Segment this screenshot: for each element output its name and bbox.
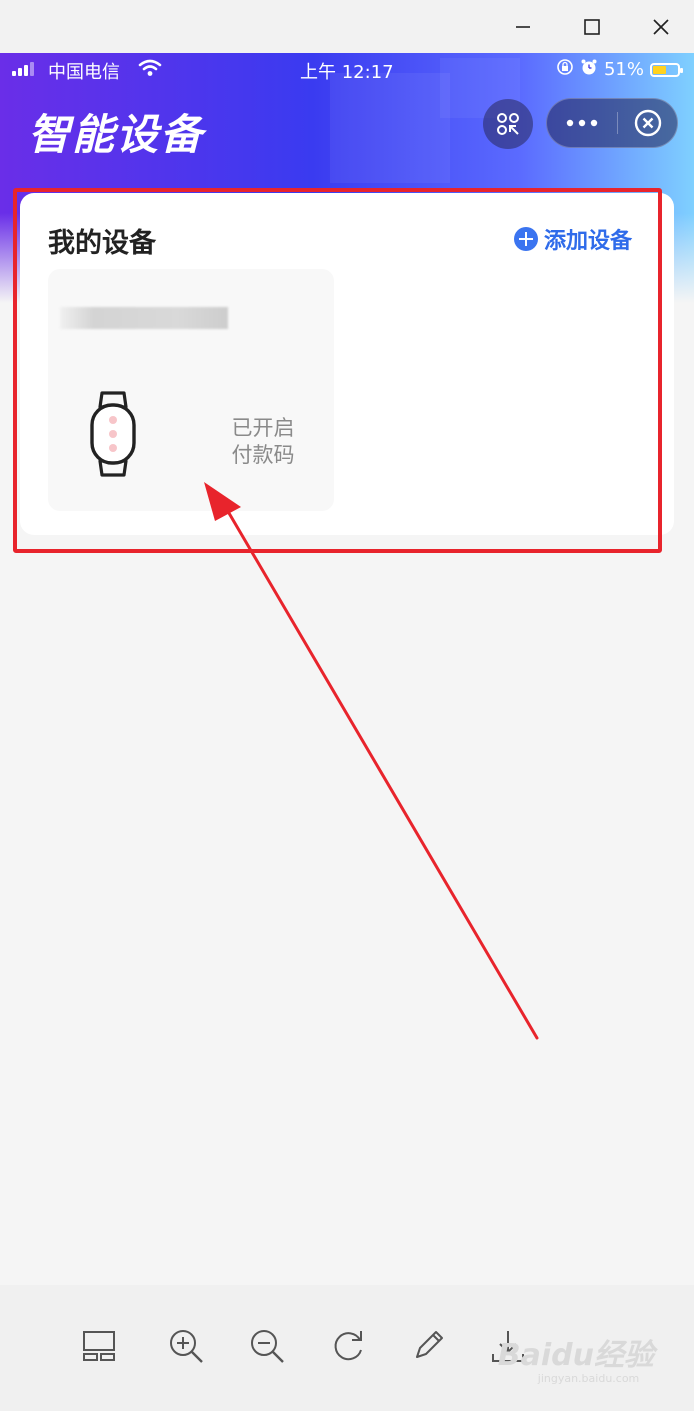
- scan-button[interactable]: [483, 99, 533, 149]
- close-circle-icon: [634, 109, 662, 137]
- zoom-in-button[interactable]: [163, 1323, 209, 1369]
- mini-program-capsule: [546, 98, 678, 148]
- page-title: 智能设备: [28, 110, 205, 159]
- baidu-watermark: Baidu经验 jingyan.baidu.com: [498, 1330, 654, 1385]
- zoom-out-icon: [251, 1330, 284, 1363]
- close-window-button[interactable]: [638, 0, 684, 53]
- rotate-icon: [334, 1331, 362, 1361]
- carrier-name: 中国电信: [48, 62, 120, 83]
- alarm-icon: [580, 58, 598, 81]
- edit-pencil-icon: [416, 1331, 443, 1358]
- window-titlebar: [0, 0, 694, 53]
- minimize-button[interactable]: [500, 0, 546, 53]
- status-time: 上午 12:17: [300, 62, 394, 83]
- battery-icon: [650, 62, 683, 77]
- capsule-divider: [617, 112, 618, 134]
- layout-button[interactable]: [76, 1323, 122, 1369]
- minimize-icon: [516, 25, 530, 28]
- highlight-box: [13, 188, 662, 553]
- watermark-brand: Baidu经验: [497, 1338, 654, 1373]
- zoom-in-icon: [170, 1330, 203, 1363]
- rotation-lock-icon: [556, 58, 574, 81]
- close-mini-program-button[interactable]: [619, 99, 677, 147]
- signal-icon: [12, 62, 34, 76]
- layout-icon: [83, 1331, 115, 1361]
- zoom-out-button[interactable]: [244, 1323, 290, 1369]
- wifi-icon: [138, 58, 162, 83]
- header-decoration: [330, 73, 450, 183]
- more-dots-icon: [566, 119, 598, 127]
- maximize-icon: [584, 18, 600, 35]
- battery-percent: 51%: [603, 59, 644, 80]
- close-icon: [653, 18, 669, 35]
- maximize-button[interactable]: [569, 0, 615, 53]
- more-button[interactable]: [547, 99, 617, 147]
- edit-button[interactable]: [405, 1323, 451, 1369]
- status-bar: 中国电信 上午 12:17 51%: [0, 53, 694, 89]
- rotate-button[interactable]: [325, 1323, 371, 1369]
- scan-icon: [497, 113, 519, 135]
